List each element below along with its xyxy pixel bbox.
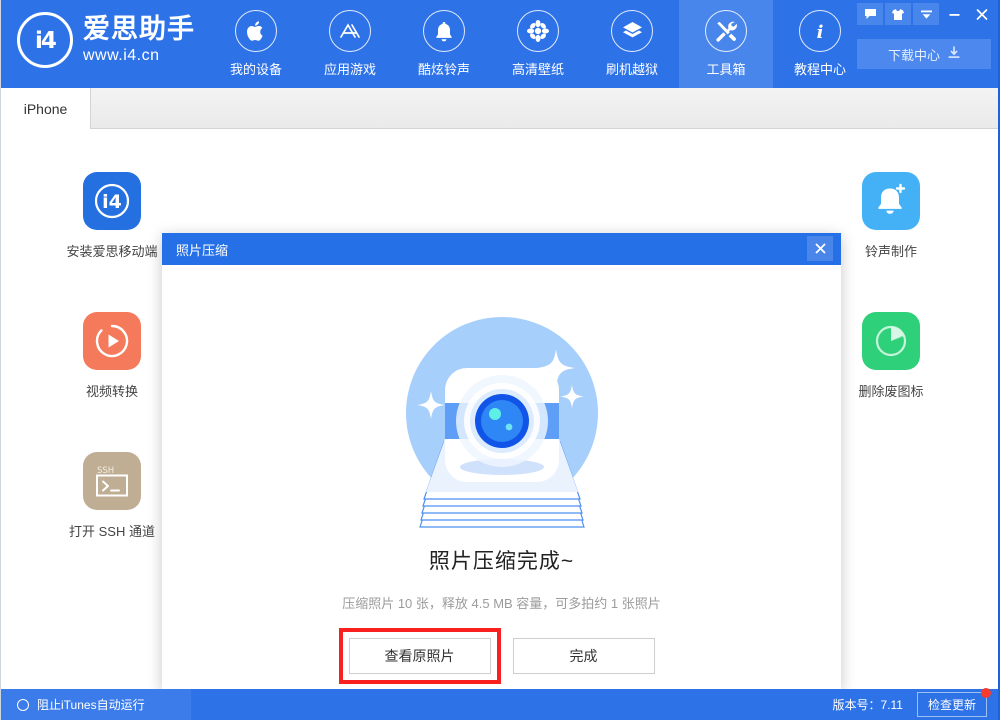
nav-item-ringtones[interactable]: 酷炫铃声 bbox=[397, 0, 491, 88]
photo-compression-dialog: 照片压缩 bbox=[162, 233, 841, 690]
brand-logo[interactable]: i4 爱思助手 www.i4.cn bbox=[17, 12, 195, 68]
i4-app-icon: i4 bbox=[83, 172, 141, 230]
tool-video-convert[interactable]: 视频转换 bbox=[42, 312, 182, 410]
notification-dot-icon bbox=[981, 688, 991, 698]
finish-button[interactable]: 完成 bbox=[513, 638, 655, 674]
toolbox-content: i4 安装爱思移动端 视频转换 SSH bbox=[1, 130, 1000, 689]
nav-label: 我的设备 bbox=[230, 59, 282, 78]
view-original-photos-button[interactable]: 查看原照片 bbox=[349, 638, 491, 674]
tool-label: 铃声制作 bbox=[865, 241, 917, 260]
box-icon bbox=[611, 10, 653, 52]
nav-item-flash-jailbreak[interactable]: 刷机越狱 bbox=[585, 0, 679, 88]
flower-icon bbox=[517, 10, 559, 52]
status-bar: 阻止iTunes自动运行 版本号：7.11 检查更新 bbox=[1, 689, 1000, 720]
dialog-button-row: 查看原照片 完成 bbox=[349, 638, 655, 674]
tool-install-i4-mobile[interactable]: i4 安装爱思移动端 bbox=[42, 172, 182, 270]
brand-text: 爱思助手 www.i4.cn bbox=[83, 16, 195, 64]
minimize-icon[interactable] bbox=[941, 3, 967, 25]
dialog-headline: 照片压缩完成~ bbox=[429, 545, 574, 575]
ringtone-maker-icon bbox=[862, 172, 920, 230]
nav-item-toolbox[interactable]: 工具箱 bbox=[679, 0, 773, 88]
tool-remove-broken-icons[interactable]: 删除废图标 bbox=[821, 312, 961, 410]
tool-label: 视频转换 bbox=[86, 381, 138, 400]
dialog-title: 照片压缩 bbox=[176, 240, 228, 259]
ssh-terminal-icon: SSH bbox=[83, 452, 141, 510]
bell-icon bbox=[423, 10, 465, 52]
info-icon: i bbox=[799, 10, 841, 52]
tool-column-right: 铃声制作 删除废图标 bbox=[821, 172, 961, 452]
dialog-body: 照片压缩完成~ 压缩照片 10 张，释放 4.5 MB 容量，可多拍约 1 张照… bbox=[162, 265, 841, 690]
block-itunes-label: 阻止iTunes自动运行 bbox=[37, 696, 145, 713]
remove-icons-icon bbox=[862, 312, 920, 370]
feedback-icon[interactable] bbox=[857, 3, 883, 25]
nav-label: 应用游戏 bbox=[324, 59, 376, 78]
video-convert-icon bbox=[83, 312, 141, 370]
nav-label: 高清壁纸 bbox=[512, 59, 564, 78]
nav-items: 我的设备 应用游戏 bbox=[209, 0, 867, 88]
chevron-down-icon[interactable] bbox=[913, 3, 939, 25]
dialog-title-bar: 照片压缩 bbox=[162, 233, 841, 265]
skin-icon[interactable] bbox=[885, 3, 911, 25]
nav-item-wallpapers[interactable]: 高清壁纸 bbox=[491, 0, 585, 88]
status-bar-right: 版本号：7.11 检查更新 bbox=[833, 689, 987, 720]
version-label: 版本号：7.11 bbox=[833, 696, 903, 713]
nav-label: 教程中心 bbox=[794, 59, 846, 78]
svg-text:i4: i4 bbox=[102, 191, 122, 213]
i4-logo-icon: i4 bbox=[17, 12, 73, 68]
tab-strip-background bbox=[90, 88, 1000, 129]
dialog-subtext: 压缩照片 10 张，释放 4.5 MB 容量，可多拍约 1 张照片 bbox=[342, 593, 661, 612]
tool-column-left: i4 安装爱思移动端 视频转换 SSH bbox=[42, 172, 182, 592]
brand-url: www.i4.cn bbox=[83, 48, 195, 64]
tool-ringtone-maker[interactable]: 铃声制作 bbox=[821, 172, 961, 270]
tool-open-ssh[interactable]: SSH 打开 SSH 通道 bbox=[42, 452, 182, 550]
nav-item-my-device[interactable]: 我的设备 bbox=[209, 0, 303, 88]
svg-text:i4: i4 bbox=[35, 28, 56, 54]
download-center-button[interactable]: 下载中心 bbox=[857, 39, 991, 69]
tools-icon bbox=[705, 10, 747, 52]
nav-label: 工具箱 bbox=[706, 59, 745, 78]
nav-item-apps-games[interactable]: 应用游戏 bbox=[303, 0, 397, 88]
appstore-icon bbox=[329, 10, 371, 52]
tab-iphone-label: iPhone bbox=[24, 101, 68, 117]
top-navigation-bar: i4 爱思助手 www.i4.cn 我的设备 bbox=[1, 0, 1000, 88]
apple-icon bbox=[235, 10, 277, 52]
tool-label: 打开 SSH 通道 bbox=[69, 521, 155, 540]
block-itunes-toggle[interactable]: 阻止iTunes自动运行 bbox=[1, 689, 191, 720]
close-icon[interactable] bbox=[969, 3, 995, 25]
check-update-label: 检查更新 bbox=[928, 698, 976, 712]
view-original-photos-label: 查看原照片 bbox=[385, 646, 455, 666]
toggle-circle-icon bbox=[17, 699, 29, 711]
nav-label: 酷炫铃声 bbox=[418, 59, 470, 78]
nav-item-tutorials[interactable]: i 教程中心 bbox=[773, 0, 867, 88]
device-tab-strip: iPhone bbox=[1, 88, 1000, 130]
brand-name: 爱思助手 bbox=[83, 16, 195, 43]
nav-label: 刷机越狱 bbox=[606, 59, 658, 78]
close-icon[interactable] bbox=[807, 236, 833, 261]
finish-label: 完成 bbox=[570, 646, 598, 666]
check-update-button[interactable]: 检查更新 bbox=[917, 692, 987, 717]
tool-label: 删除废图标 bbox=[858, 381, 923, 400]
svg-text:i: i bbox=[817, 22, 824, 43]
window-controls bbox=[857, 3, 995, 25]
app-window: i4 爱思助手 www.i4.cn 我的设备 bbox=[0, 0, 1000, 720]
download-icon bbox=[948, 46, 960, 62]
tool-label: 安装爱思移动端 bbox=[66, 241, 157, 260]
photo-compression-illustration bbox=[396, 317, 608, 529]
download-center-label: 下载中心 bbox=[888, 45, 940, 64]
tab-iphone[interactable]: iPhone bbox=[1, 88, 90, 130]
